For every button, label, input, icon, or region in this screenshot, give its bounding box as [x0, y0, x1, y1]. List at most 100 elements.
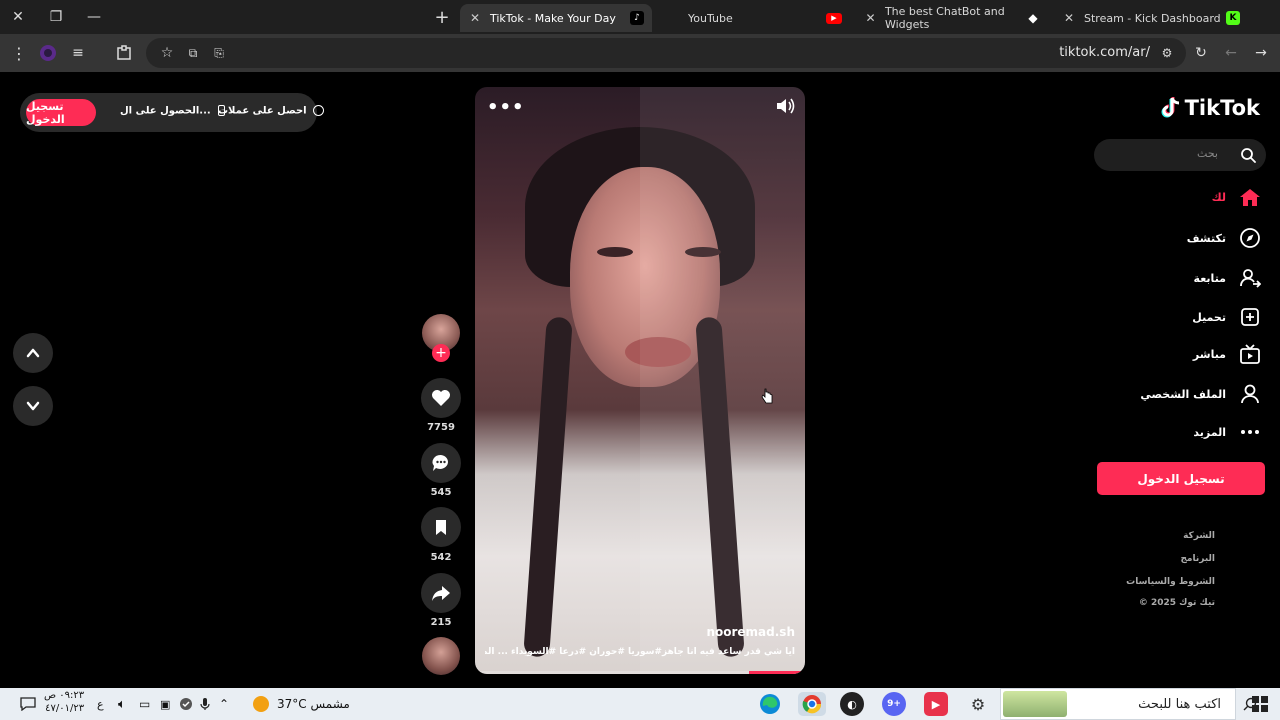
sidebar-item-for-you[interactable]: لك: [1212, 185, 1262, 209]
save-button[interactable]: [421, 507, 461, 547]
tab-tiktok[interactable]: ✕ TikTok - Make Your Day ♪: [460, 4, 652, 32]
address-bar: ⋮ ≡ ☆ ⧉ ⎘ tiktok.com/ar/ ⚙ ↻ ← →: [0, 34, 1280, 72]
comment-count: 545: [430, 487, 452, 498]
notification-center-icon[interactable]: [20, 694, 36, 714]
profile-icon: [1238, 382, 1262, 406]
login-button-sidebar[interactable]: تسجيل الدخول: [1097, 462, 1265, 495]
sidebar-item-live[interactable]: مباشر: [1193, 342, 1262, 366]
chevron-down-icon: [26, 401, 40, 411]
onedrive-icon[interactable]: [179, 694, 193, 714]
volume-icon[interactable]: [775, 97, 795, 119]
top-actions-pill: تسجيل الدخول الحصول على ال... احصل على ع…: [20, 93, 325, 132]
weather-text: 37°C مشمس: [277, 697, 350, 711]
follow-plus-icon[interactable]: +: [432, 344, 450, 362]
close-tab-icon[interactable]: ✕: [468, 11, 482, 25]
video-username[interactable]: nooremad.sh: [706, 625, 795, 639]
sidebar-item-more[interactable]: المزيد: [1193, 420, 1262, 444]
close-window-icon[interactable]: ✕: [0, 0, 36, 34]
comment-button[interactable]: [421, 443, 461, 483]
bookmark-icon: [436, 520, 446, 535]
steam-icon[interactable]: ⚙: [966, 692, 990, 716]
windows-taskbar: ٠٩:٢٣ ص ٤٧/٠١/٢٣ ع 🔈︎ ▭ ▣ ⌃ 37°C مشمس ◐ …: [0, 688, 1280, 720]
bookmark-star-icon[interactable]: ☆: [156, 42, 178, 64]
streaming-app-icon[interactable]: ▶: [924, 692, 948, 716]
site-settings-icon[interactable]: ⚙: [1156, 42, 1178, 64]
close-tab-icon[interactable]: ✕: [864, 11, 877, 25]
sidebar-item-upload[interactable]: تحميل: [1192, 305, 1262, 329]
video-caption[interactable]: أيا شي قدر ساعد فيه أنا جاهز#سوريا #حورا…: [485, 647, 795, 657]
speaker-icon[interactable]: 🔈︎: [118, 694, 126, 714]
chevron-up-icon[interactable]: ⌃: [219, 694, 229, 714]
restore-window-icon[interactable]: ❐: [38, 0, 74, 34]
video-progress-bar[interactable]: [475, 671, 805, 674]
sidebar-item-label: متابعة: [1193, 271, 1226, 285]
tiktok-icon: ♪: [630, 11, 644, 25]
url-text[interactable]: tiktok.com/ar/: [1059, 45, 1150, 60]
close-tab-icon[interactable]: ✕: [1062, 11, 1076, 25]
footer-program-link[interactable]: البرنامج: [1180, 554, 1215, 564]
browser-tab-bar: ✕ ❐ — + ✕ TikTok - Make Your Day ♪ ✕ You…: [0, 0, 1280, 34]
edge-icon[interactable]: [758, 692, 782, 716]
forward-icon[interactable]: ←: [1220, 42, 1242, 64]
home-icon: [1238, 185, 1262, 209]
install-app-icon[interactable]: ⎘: [208, 42, 230, 64]
weather-widget[interactable]: 37°C مشمس: [253, 694, 350, 714]
coin-icon: [313, 105, 325, 116]
sidebar-item-label: تكتشف: [1186, 231, 1226, 245]
minimize-window-icon[interactable]: —: [76, 0, 112, 34]
url-box[interactable]: ☆ ⧉ ⎘ tiktok.com/ar/ ⚙: [146, 38, 1186, 68]
extensions-icon[interactable]: [113, 42, 135, 64]
login-button-top[interactable]: تسجيل الدخول: [26, 99, 96, 126]
tiktok-page: تسجيل الدخول الحصول على ال... احصل على ع…: [0, 72, 1280, 688]
upload-icon: [1238, 305, 1262, 329]
search-icon[interactable]: [1240, 147, 1256, 163]
sun-icon: [253, 696, 269, 712]
more-options-icon[interactable]: •••: [487, 97, 525, 118]
back-icon[interactable]: →: [1250, 42, 1272, 64]
sidebar-item-profile[interactable]: الملف الشخصي: [1140, 382, 1262, 406]
save-count: 542: [430, 552, 452, 563]
live-tv-icon: [1238, 342, 1262, 366]
get-coins-link[interactable]: احصل على عملات: [218, 105, 325, 117]
windows-start-icon[interactable]: [1252, 694, 1268, 714]
next-video-button[interactable]: [13, 386, 53, 426]
share-count: 215: [430, 617, 452, 628]
next-creator-avatar[interactable]: [422, 637, 460, 675]
tab-youtube[interactable]: ✕ YouTube ▶: [658, 4, 850, 32]
reload-icon[interactable]: ↻: [1190, 42, 1212, 64]
like-button[interactable]: [421, 378, 461, 418]
profile-avatar-icon[interactable]: [37, 42, 59, 64]
footer-terms-link[interactable]: الشروط والسياسات: [1126, 577, 1215, 587]
reading-list-icon[interactable]: ≡: [67, 42, 89, 64]
tab-chatbot[interactable]: ✕ The best ChatBot and Widgets ◆: [856, 4, 1048, 32]
translate-icon[interactable]: ⧉: [182, 42, 204, 64]
menu-dots-icon[interactable]: ⋮: [8, 42, 30, 64]
sidebar-item-label: المزيد: [1193, 425, 1226, 439]
taskbar-search-placeholder: اكتب هنا للبحث: [1138, 697, 1221, 712]
share-button[interactable]: [421, 573, 461, 613]
search-input[interactable]: بحث: [1094, 139, 1266, 171]
get-app-label: الحصول على ال...: [120, 105, 211, 117]
tab-title: YouTube: [688, 11, 733, 25]
get-app-link[interactable]: الحصول على ال...: [120, 105, 226, 117]
sidebar-item-following[interactable]: متابعة: [1194, 266, 1262, 290]
tiktok-note-icon: [1161, 97, 1179, 118]
tiktok-logo[interactable]: TikTok: [1159, 96, 1260, 120]
chrome-icon[interactable]: [798, 692, 826, 716]
previous-video-button[interactable]: [13, 333, 53, 373]
sidebar-item-explore[interactable]: تكتشف: [1187, 226, 1262, 250]
clock[interactable]: ٠٩:٢٣ ص ٤٧/٠١/٢٣: [44, 689, 84, 714]
taskbar-search-input[interactable]: اكتب هنا للبحث: [1000, 688, 1236, 720]
meet-now-icon[interactable]: ▣: [160, 694, 170, 714]
sidebar-item-label: تحميل: [1192, 310, 1226, 324]
discord-icon[interactable]: 9+: [882, 692, 906, 716]
obs-icon[interactable]: ◐: [840, 692, 864, 716]
language-indicator[interactable]: ع: [97, 694, 104, 714]
new-tab-icon[interactable]: +: [424, 0, 460, 34]
network-icon[interactable]: ▭: [139, 694, 150, 714]
microphone-icon[interactable]: [200, 694, 210, 714]
video-player[interactable]: ••• nooremad.sh أيا شي قدر ساعد فيه أنا …: [475, 87, 805, 674]
more-icon: [1238, 420, 1262, 444]
tab-kick[interactable]: ✕ Stream - Kick Dashboard K: [1054, 4, 1248, 32]
footer-company-link[interactable]: الشركة: [1183, 531, 1215, 541]
